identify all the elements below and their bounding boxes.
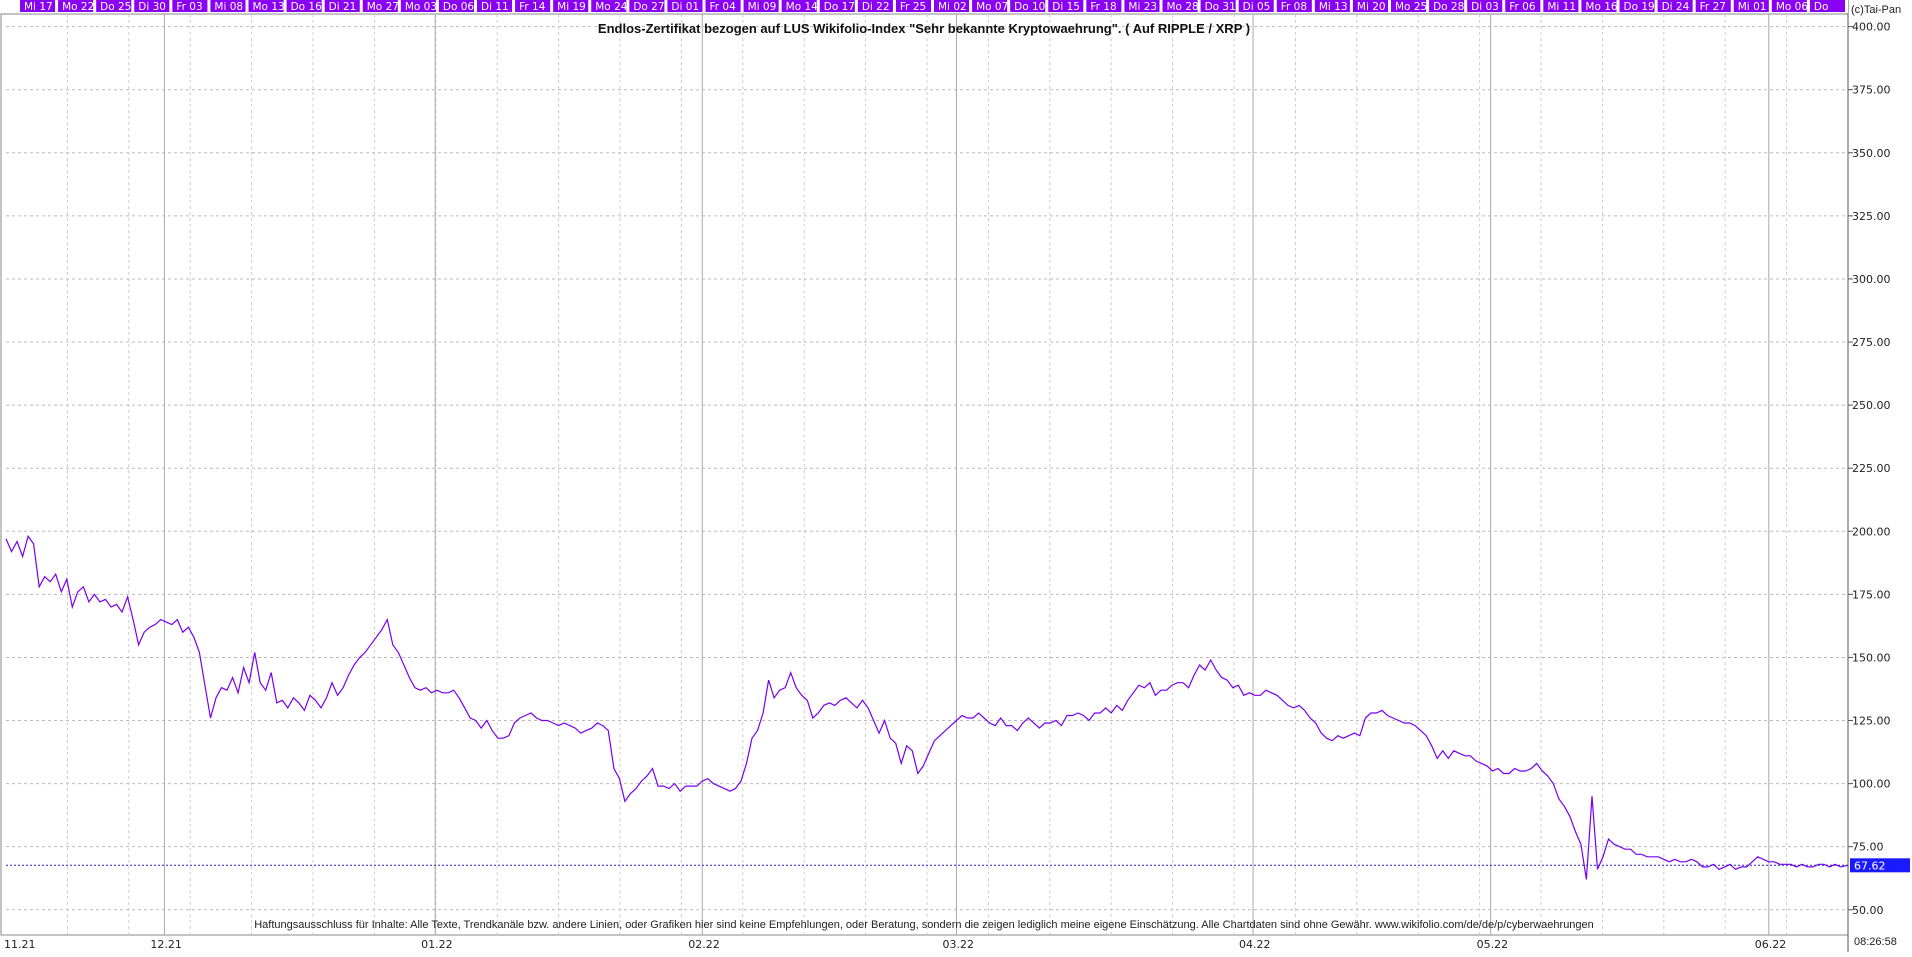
y-tick-label: 75.00: [1852, 841, 1884, 854]
date-label: Mi 01: [1738, 1, 1767, 13]
y-tick-label: 150.00: [1852, 651, 1891, 664]
month-label: 06.22: [1755, 938, 1787, 951]
date-label: Mo 03: [405, 1, 437, 13]
y-tick-label: 250.00: [1852, 399, 1891, 412]
date-label: Di 03: [1471, 1, 1499, 13]
date-label: Mi 19: [557, 1, 586, 13]
date-label: Do 10: [1014, 1, 1045, 13]
date-label: Mo 27: [367, 1, 399, 13]
date-label: Mi 13: [1319, 1, 1348, 13]
date-label: Mo 16: [1585, 1, 1618, 13]
disclaimer-text: Haftungsausschluss für Inhalte: Alle Tex…: [254, 919, 1594, 931]
month-label: 05.22: [1477, 938, 1509, 951]
date-label: Di 11: [481, 1, 509, 13]
date-label: Do 06: [443, 1, 475, 13]
chart-title: Endlos-Zertifikat bezogen auf LUS Wikifo…: [597, 21, 1251, 36]
date-label: Mo 13: [253, 1, 285, 13]
plot-frame: [0, 13, 1849, 936]
y-axis: 400.00 375.00 350.00 325.00 300.00 275.00 250.…: [1848, 21, 1891, 917]
date-label: Fr 27: [1700, 1, 1726, 13]
y-tick-label: 350.00: [1852, 147, 1891, 160]
copyright-label: (c)Tai-Pan: [1851, 4, 1902, 16]
date-label: Do 19: [1624, 1, 1655, 13]
date-label: Mo 24: [595, 1, 628, 13]
month-label: 03.22: [942, 938, 974, 951]
date-label: Fr 25: [900, 1, 926, 13]
y-tick-label: 200.00: [1852, 525, 1891, 538]
date-label: Do 17: [824, 1, 855, 13]
month-label: 04.22: [1239, 938, 1271, 951]
date-label: Di 05: [1243, 1, 1271, 13]
date-label: Mi 11: [1547, 1, 1576, 13]
top-date-header: Mi 17 Mo 22 Do 25 Di 30 Fr 03 Mi 08 Mo 13 Do 16…: [0, 0, 1848, 13]
month-label: 02.22: [688, 938, 720, 951]
month-label: 11.21: [4, 938, 36, 951]
date-label: Mi 09: [748, 1, 777, 13]
date-label: Mi 08: [214, 1, 243, 13]
date-label: Mo 25: [1395, 1, 1427, 13]
date-label: Fr 04: [710, 1, 737, 13]
x-axis: 11.21 12.21 01.22 02.22 03.22 04.22 05.22 06.22: [4, 938, 1786, 951]
date-label: Di 22: [862, 1, 890, 13]
date-label: Di 21: [329, 1, 357, 13]
chart-svg: Mi 17 Mo 22 Do 25 Di 30 Fr 03 Mi 08 Mo 13 Do 16…: [0, 0, 1910, 952]
date-label: Di 15: [1052, 1, 1080, 13]
date-label: Fr 08: [1281, 1, 1307, 13]
date-label: Di 24: [1662, 1, 1690, 13]
last-value-label: 67.62: [1854, 859, 1886, 872]
timestamp-label: 08:26:58: [1854, 936, 1897, 948]
y-tick-label: 300.00: [1852, 273, 1891, 286]
date-label: Do 25: [100, 1, 131, 13]
y-tick-label: 275.00: [1852, 336, 1891, 349]
y-tick-label: 175.00: [1852, 588, 1891, 601]
date-label: Mo 22: [62, 1, 94, 13]
date-label: Di 30: [138, 1, 166, 13]
chart-root: Mi 17 Mo 22 Do 25 Di 30 Fr 03 Mi 08 Mo 13 Do 16…: [0, 0, 1912, 952]
date-label: Mi 02: [938, 1, 967, 13]
date-label: Mo 14: [786, 1, 819, 13]
y-tick-label: 325.00: [1852, 210, 1891, 223]
date-label: Do: [1814, 1, 1829, 13]
grid-layer: [0, 0, 1849, 952]
date-label: Mo 06: [1776, 1, 1809, 13]
month-label: 12.21: [150, 938, 182, 951]
y-tick-label: 400.00: [1852, 21, 1891, 34]
date-label: Mo 07: [976, 1, 1008, 13]
date-label: Fr 14: [519, 1, 546, 13]
month-label: 01.22: [421, 938, 453, 951]
date-label: Di 01: [671, 1, 699, 13]
date-label: Mi 17: [24, 1, 53, 13]
y-tick-label: 100.00: [1852, 778, 1891, 791]
date-label: Do 28: [1433, 1, 1464, 13]
date-label: Mi 20: [1357, 1, 1386, 13]
date-label: Do 16: [291, 1, 323, 13]
date-label: Do 27: [633, 1, 664, 13]
y-tick-label: 225.00: [1852, 462, 1891, 475]
date-label: Fr 18: [1090, 1, 1116, 13]
y-tick-label: 375.00: [1852, 84, 1891, 97]
y-tick-label: 125.00: [1852, 715, 1891, 728]
date-label: Mo 28: [1167, 1, 1199, 13]
date-label: Do 31: [1205, 1, 1236, 13]
date-label: Fr 03: [176, 1, 202, 13]
y-tick-label: 50.00: [1852, 904, 1884, 917]
date-label: Mi 23: [1128, 1, 1157, 13]
date-label: Fr 06: [1509, 1, 1536, 13]
